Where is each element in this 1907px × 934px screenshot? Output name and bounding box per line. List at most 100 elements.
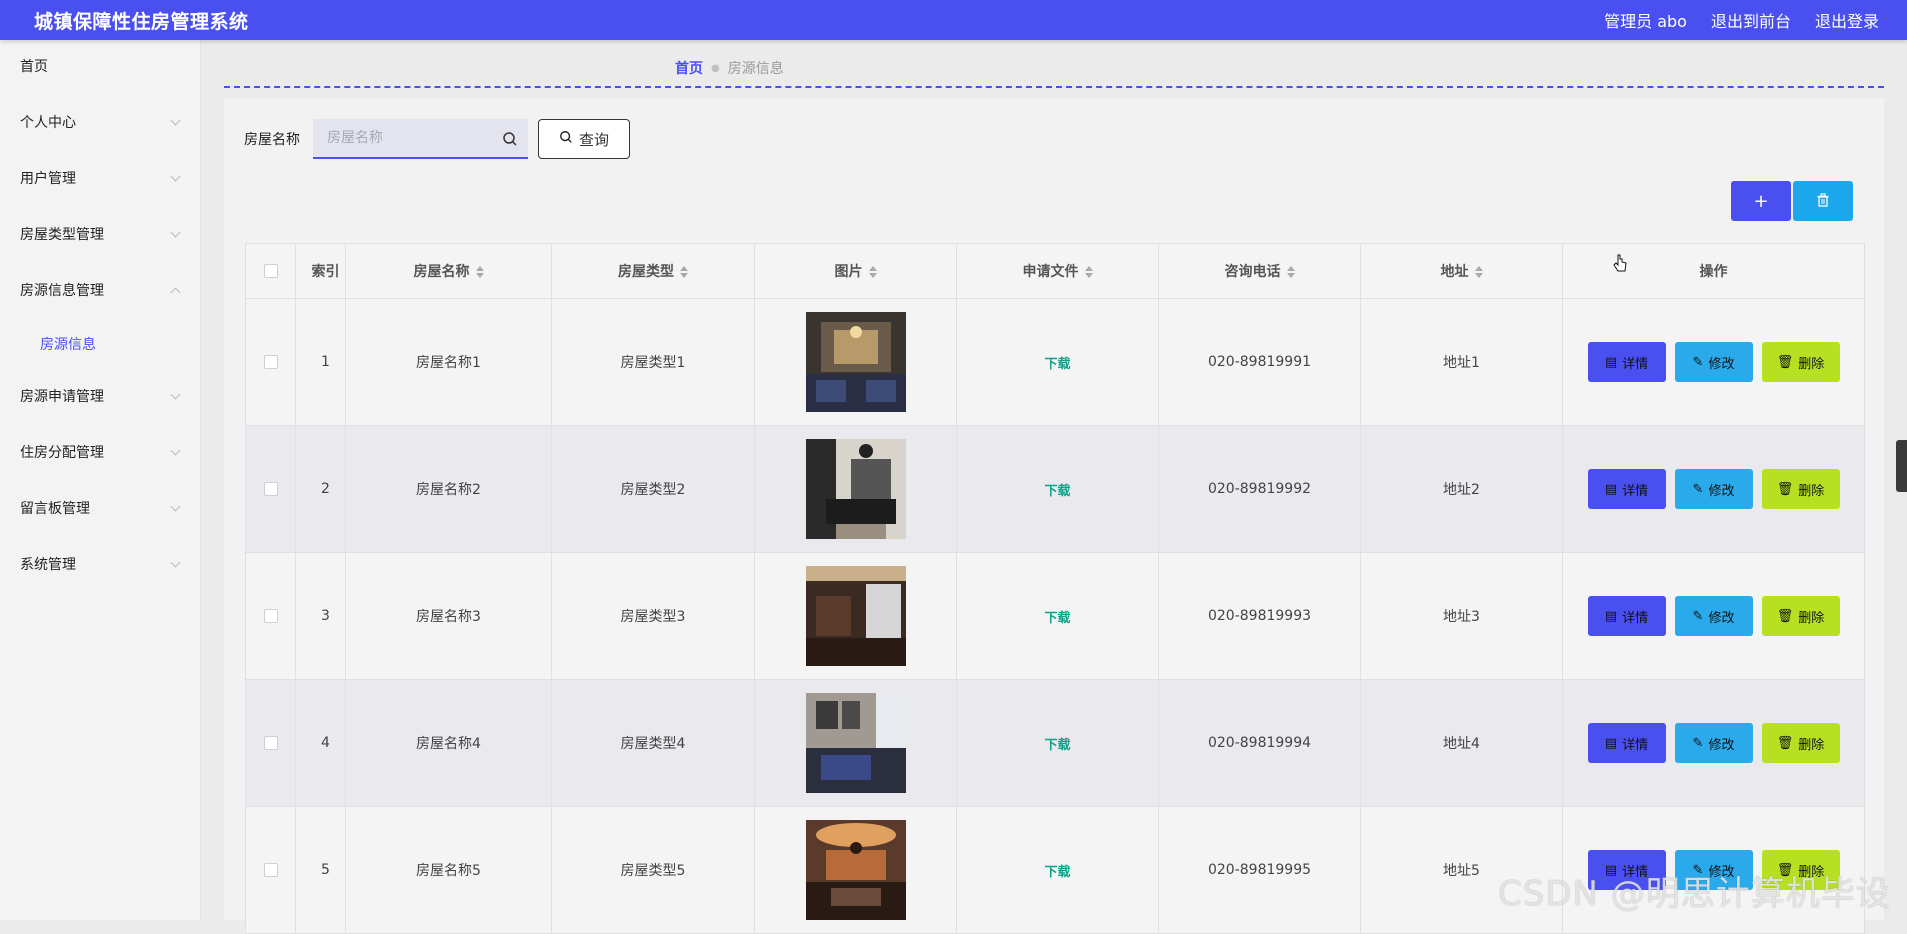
sidebar-subitem-housing-info[interactable]: 房源信息 bbox=[0, 326, 201, 362]
sidebar-item-house-type-management[interactable]: 房屋类型管理 bbox=[0, 214, 201, 254]
sort-icon[interactable] bbox=[1286, 266, 1295, 278]
header-address-label: 地址 bbox=[1440, 264, 1469, 280]
row-checkbox[interactable] bbox=[263, 609, 278, 623]
row-file-cell: 下载 bbox=[956, 806, 1159, 934]
sidebar-item-housing-allocation-management[interactable]: 住房分配管理 bbox=[0, 432, 201, 472]
sidebar-item-label: 首页 bbox=[20, 59, 48, 75]
breadcrumb: 首页 ● 房源信息 bbox=[675, 58, 784, 78]
chevron-down-icon bbox=[170, 227, 181, 237]
house-thumbnail[interactable] bbox=[805, 312, 906, 412]
edit-button[interactable]: ✎ 修改 bbox=[1674, 723, 1753, 763]
side-panel-toggle[interactable] bbox=[1896, 440, 1907, 492]
sidebar-item-message-board-management[interactable]: 留言板管理 bbox=[0, 488, 201, 528]
query-button-label: 查询 bbox=[578, 130, 609, 149]
delete-button[interactable]: 🗑 删除 bbox=[1761, 469, 1840, 509]
watermark: CSDN @明思计算机毕设 bbox=[1498, 874, 1891, 914]
sort-icon[interactable] bbox=[1084, 266, 1093, 278]
delete-button[interactable]: 🗑 删除 bbox=[1761, 723, 1840, 763]
sort-icon[interactable] bbox=[475, 266, 484, 278]
search-label: 房屋名称 bbox=[244, 132, 300, 148]
sidebar-item-home[interactable]: 首页 bbox=[0, 46, 201, 86]
query-button[interactable]: 查询 bbox=[538, 119, 630, 159]
delete-button[interactable]: 🗑 删除 bbox=[1761, 596, 1840, 636]
chevron-down-icon bbox=[170, 389, 181, 399]
detail-button[interactable]: ▤ 详情 bbox=[1587, 723, 1666, 763]
download-link[interactable]: 下载 bbox=[1044, 357, 1070, 372]
edit-button[interactable]: ✎ 修改 bbox=[1674, 342, 1753, 382]
table-row: 4 房屋名称4 房屋类型4 下载 020-89819994 地址4 ▤ 详情 ✎ 修… bbox=[245, 679, 1865, 807]
breadcrumb-current: 房源信息 bbox=[727, 61, 784, 77]
header-image[interactable]: 图片 bbox=[754, 243, 957, 299]
row-checkbox[interactable] bbox=[263, 863, 278, 877]
row-select-cell bbox=[245, 806, 296, 934]
detail-button[interactable]: ▤ 详情 bbox=[1587, 342, 1666, 382]
row-checkbox[interactable] bbox=[263, 355, 278, 369]
sort-icon[interactable] bbox=[868, 266, 877, 278]
edit-button-label: 修改 bbox=[1708, 356, 1735, 372]
header-address[interactable]: 地址 bbox=[1360, 243, 1563, 299]
sidebar-item-label: 留言板管理 bbox=[20, 501, 90, 517]
detail-button[interactable]: ▤ 详情 bbox=[1587, 596, 1666, 636]
download-link[interactable]: 下载 bbox=[1044, 738, 1070, 753]
row-index: 3 bbox=[295, 552, 346, 680]
trash-icon: 🗑 bbox=[1776, 735, 1794, 751]
row-file-cell: 下载 bbox=[956, 298, 1159, 426]
chevron-down-icon bbox=[170, 445, 181, 455]
sort-icon[interactable] bbox=[680, 266, 688, 278]
delete-button-label: 删除 bbox=[1798, 610, 1825, 626]
sidebar-item-housing-info-management[interactable]: 房源信息管理 bbox=[0, 270, 201, 310]
header-type[interactable]: 房屋类型 bbox=[551, 243, 755, 299]
header-file[interactable]: 申请文件 bbox=[956, 243, 1159, 299]
row-file-cell: 下载 bbox=[956, 425, 1159, 553]
row-type: 房屋类型5 bbox=[551, 806, 755, 934]
sidebar-item-label: 个人中心 bbox=[20, 115, 76, 131]
row-index: 1 bbox=[295, 298, 346, 426]
row-type: 房屋类型4 bbox=[551, 679, 755, 807]
delete-button[interactable]: 🗑 删除 bbox=[1761, 342, 1840, 382]
header-type-label: 房屋类型 bbox=[618, 264, 674, 280]
trash-icon: 🗑 bbox=[1776, 354, 1794, 370]
row-select-cell bbox=[245, 679, 296, 807]
detail-button-label: 详情 bbox=[1622, 483, 1649, 499]
row-address: 地址2 bbox=[1360, 425, 1563, 553]
row-address: 地址4 bbox=[1360, 679, 1563, 807]
download-link[interactable]: 下载 bbox=[1044, 611, 1070, 626]
row-image-cell bbox=[754, 298, 957, 426]
row-type: 房屋类型2 bbox=[551, 425, 755, 553]
house-thumbnail[interactable] bbox=[805, 439, 906, 539]
header-name-label: 房屋名称 bbox=[413, 264, 470, 280]
sidebar-item-personal-center[interactable]: 个人中心 bbox=[0, 102, 201, 142]
download-link[interactable]: 下载 bbox=[1044, 865, 1070, 880]
sidebar-item-system-management[interactable]: 系统管理 bbox=[0, 544, 201, 584]
edit-button[interactable]: ✎ 修改 bbox=[1674, 596, 1753, 636]
search-icon bbox=[502, 131, 518, 147]
chevron-down-icon bbox=[170, 557, 181, 567]
detail-button[interactable]: ▤ 详情 bbox=[1587, 469, 1666, 509]
row-phone: 020-89819995 bbox=[1158, 806, 1361, 934]
sort-icon[interactable] bbox=[1474, 266, 1483, 278]
row-file-cell: 下载 bbox=[956, 679, 1159, 807]
house-thumbnail[interactable] bbox=[805, 693, 906, 793]
chevron-up-icon bbox=[170, 287, 181, 297]
house-thumbnail[interactable] bbox=[805, 820, 906, 920]
row-phone: 020-89819994 bbox=[1158, 679, 1361, 807]
header-name[interactable]: 房屋名称 bbox=[345, 243, 552, 299]
row-type: 房屋类型3 bbox=[551, 552, 755, 680]
row-checkbox[interactable] bbox=[263, 736, 278, 750]
house-thumbnail[interactable] bbox=[805, 566, 906, 666]
batch-delete-button[interactable] bbox=[1793, 181, 1853, 221]
back-to-front-link[interactable]: 退出到前台 bbox=[1711, 8, 1791, 32]
logout-link[interactable]: 退出登录 bbox=[1815, 8, 1879, 32]
row-file-cell: 下载 bbox=[956, 552, 1159, 680]
edit-button[interactable]: ✎ 修改 bbox=[1674, 469, 1753, 509]
row-checkbox[interactable] bbox=[263, 482, 278, 496]
select-all-checkbox[interactable] bbox=[263, 264, 278, 278]
download-link[interactable]: 下载 bbox=[1044, 484, 1070, 499]
add-button[interactable]: + bbox=[1731, 181, 1791, 221]
sidebar-item-user-management[interactable]: 用户管理 bbox=[0, 158, 201, 198]
breadcrumb-home[interactable]: 首页 bbox=[675, 58, 703, 78]
sidebar-item-housing-application-management[interactable]: 房源申请管理 bbox=[0, 376, 201, 416]
header-phone[interactable]: 咨询电话 bbox=[1158, 243, 1361, 299]
hand-cursor-icon bbox=[1613, 254, 1627, 272]
search-input[interactable] bbox=[313, 119, 528, 159]
